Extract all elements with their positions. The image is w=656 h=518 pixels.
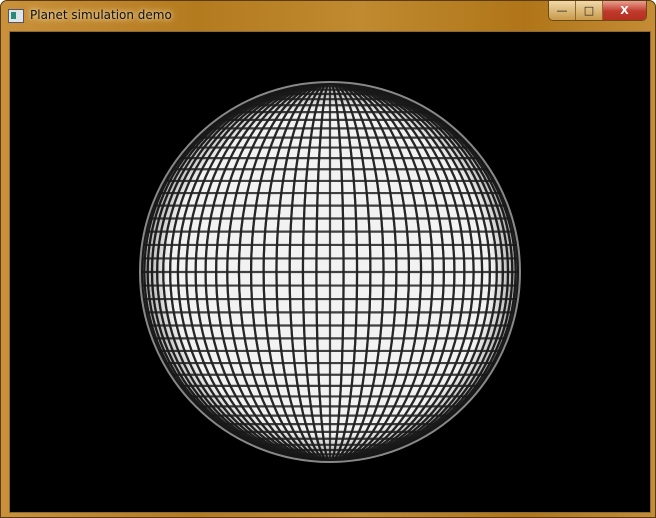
- title-bar[interactable]: Planet simulation demo — □ X: [1, 1, 655, 30]
- window-controls: — □ X: [548, 1, 647, 21]
- window-title: Planet simulation demo: [30, 8, 172, 22]
- render-viewport[interactable]: [9, 31, 651, 513]
- planet-rim: [139, 81, 521, 463]
- maximize-button[interactable]: □: [576, 1, 603, 20]
- app-icon[interactable]: [8, 9, 24, 23]
- planet-canvas: [139, 81, 521, 463]
- app-window: Planet simulation demo — □ X: [0, 0, 656, 518]
- minimize-button[interactable]: —: [549, 1, 576, 20]
- close-button[interactable]: X: [603, 1, 646, 20]
